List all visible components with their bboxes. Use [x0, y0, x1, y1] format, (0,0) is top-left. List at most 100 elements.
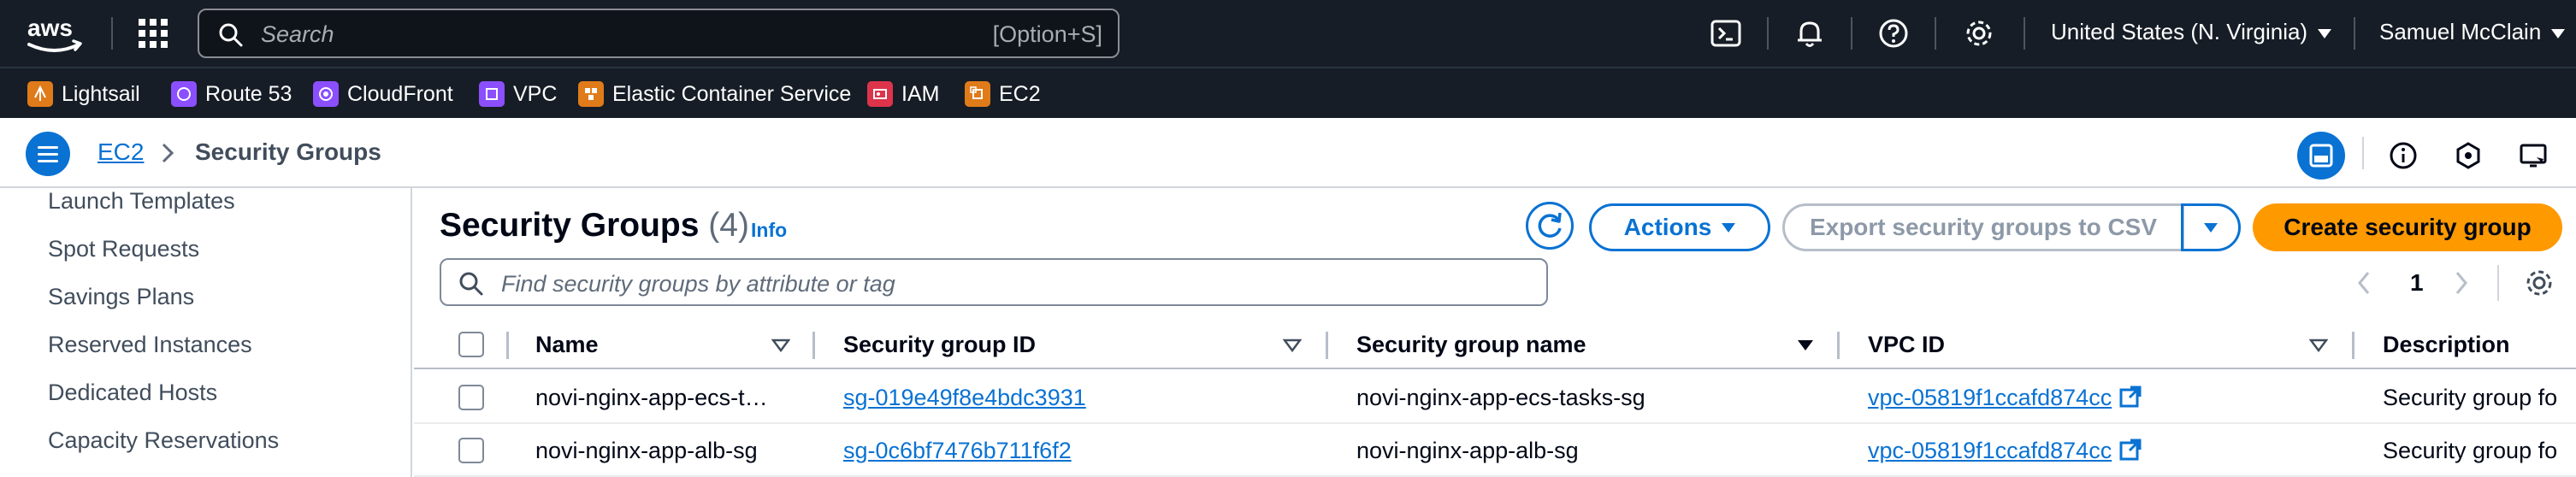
row-checkbox[interactable] — [458, 385, 484, 410]
cell-sg-id-link[interactable]: sg-019e49f8e4bdc3931 — [843, 385, 1086, 411]
account-menu[interactable]: Samuel McClain — [2379, 19, 2566, 45]
settings-icon[interactable] — [1962, 16, 1996, 50]
cell-name: novi-nginx-app-ecs-t… — [535, 385, 768, 410]
info-panel-icon[interactable] — [2379, 132, 2427, 180]
services-grid-icon[interactable] — [137, 17, 169, 50]
aws-logo-text: aws — [27, 15, 73, 41]
chevron-right-icon — [159, 142, 176, 164]
cell-vpc-id-link[interactable]: vpc-05819f1ccafd874cc — [1868, 438, 2112, 463]
table-row[interactable]: novi-nginx-app-alb-sg sg-0c6bf7476b711f6… — [414, 424, 2576, 477]
search-icon — [458, 271, 484, 297]
column-header-name[interactable]: Name — [535, 332, 599, 358]
favorite-iam[interactable]: IAM — [867, 80, 939, 108]
sidebar-item-dedicated-hosts[interactable]: Dedicated Hosts — [48, 380, 217, 406]
column-divider — [1837, 332, 1840, 359]
bell-icon[interactable] — [1793, 16, 1827, 50]
favorite-ec2[interactable]: EC2 — [965, 80, 1041, 108]
nav-divider — [111, 17, 113, 50]
chevron-right-icon — [2455, 272, 2467, 294]
cell-vpc: vpc-05819f1ccafd874cc — [1868, 385, 2142, 411]
favorites-bar: Lightsail Route 53 CloudFront VPC Elasti… — [0, 67, 2576, 118]
info-link[interactable]: Info — [751, 219, 787, 242]
external-link-icon[interactable] — [2118, 438, 2142, 462]
previous-page-button[interactable] — [2355, 270, 2372, 296]
tutorial-panel-icon[interactable] — [2509, 132, 2557, 180]
aws-logo[interactable]: aws — [24, 12, 86, 56]
favorite-label: Lightsail — [62, 81, 140, 106]
column-header-vpc-id[interactable]: VPC ID — [1868, 332, 1945, 358]
column-divider — [2352, 332, 2354, 359]
actions-label: Actions — [1623, 214, 1712, 240]
main-content: Security Groups (4) Info Actions Export … — [414, 188, 2576, 477]
region-label: United States (N. Virginia) — [2051, 19, 2308, 44]
filter-placeholder: Find security groups by attribute or tag — [501, 271, 895, 297]
sidebar-item-capacity-reservations[interactable]: Capacity Reservations — [48, 427, 279, 454]
favorite-label: EC2 — [999, 81, 1041, 106]
side-nav-toggle-button[interactable] — [26, 132, 70, 176]
iam-icon — [867, 81, 893, 107]
cell-sg-name: novi-nginx-app-ecs-tasks-sg — [1356, 385, 1645, 410]
search-input[interactable]: Search [Option+S] — [198, 9, 1120, 58]
cell-description: Security group fo — [2383, 385, 2558, 410]
favorite-route53[interactable]: Route 53 — [171, 80, 292, 108]
chevron-down-icon — [2551, 28, 2566, 38]
actions-dropdown-button[interactable]: Actions — [1589, 203, 1770, 251]
cell-vpc-id-link[interactable]: vpc-05819f1ccafd874cc — [1868, 385, 2112, 410]
table-preferences-gear-icon[interactable] — [2523, 267, 2555, 299]
cell-name: novi-nginx-app-alb-sg — [535, 438, 758, 463]
next-page-button[interactable] — [2453, 270, 2470, 296]
row-checkbox[interactable] — [458, 438, 484, 463]
security-hub-icon[interactable] — [2444, 132, 2492, 180]
help-icon[interactable] — [1876, 16, 1911, 50]
search-placeholder: Search — [261, 21, 334, 47]
breadcrumb-ec2-link[interactable]: EC2 — [97, 138, 144, 166]
create-security-group-button[interactable]: Create security group — [2253, 203, 2562, 251]
favorite-ecs[interactable]: Elastic Container Service — [578, 80, 851, 108]
sidebar-item-spot-requests[interactable]: Spot Requests — [48, 236, 199, 262]
favorite-vpc[interactable]: VPC — [479, 80, 557, 108]
export-csv-button[interactable]: Export security groups to CSV — [1782, 203, 2184, 251]
column-divider — [506, 332, 509, 359]
user-name: Samuel McClain — [2379, 19, 2542, 44]
column-divider — [812, 332, 815, 359]
filter-input[interactable]: Find security groups by attribute or tag — [440, 258, 1548, 306]
nav-divider — [2354, 17, 2355, 50]
table-row[interactable]: novi-nginx-app-ecs-t… sg-019e49f8e4bdc39… — [414, 371, 2576, 424]
page-title: Security Groups (4) — [440, 207, 749, 244]
sort-icon[interactable] — [2309, 339, 2328, 352]
sort-icon[interactable] — [1283, 339, 1302, 352]
favorite-cloudfront[interactable]: CloudFront — [313, 80, 453, 108]
column-header-sg-name[interactable]: Security group name — [1356, 332, 1586, 358]
ec2-icon — [965, 81, 990, 107]
sort-icon[interactable] — [771, 339, 790, 352]
split-panel-button[interactable] — [2297, 132, 2345, 180]
favorite-label: Route 53 — [205, 81, 292, 106]
column-header-description[interactable]: Description — [2383, 332, 2510, 358]
cell-sg-id-link[interactable]: sg-0c6bf7476b711f6f2 — [843, 438, 1072, 464]
region-selector[interactable]: United States (N. Virginia) — [2051, 19, 2332, 45]
column-divider — [1326, 332, 1328, 359]
select-all-checkbox[interactable] — [458, 332, 484, 357]
export-options-button[interactable] — [2181, 203, 2241, 251]
favorite-lightsail[interactable]: Lightsail — [27, 80, 140, 108]
favorite-label: VPC — [513, 81, 558, 106]
page-number[interactable]: 1 — [2410, 269, 2424, 297]
column-header-sg-id[interactable]: Security group ID — [843, 332, 1036, 358]
nav-divider — [1935, 17, 1936, 50]
vpc-icon — [479, 81, 505, 107]
cell-description: Security group fo — [2383, 438, 2558, 463]
caret-down-icon — [1722, 222, 1736, 233]
external-link-icon[interactable] — [2118, 385, 2142, 409]
sort-active-icon[interactable] — [1796, 339, 1815, 352]
favorite-label: CloudFront — [347, 81, 453, 106]
refresh-button[interactable] — [1526, 202, 1574, 250]
route53-icon — [171, 81, 197, 107]
sidebar-item-launch-templates[interactable]: Launch Templates — [48, 188, 235, 215]
caret-down-icon — [2204, 222, 2218, 233]
sidebar-item-reserved-instances[interactable]: Reserved Instances — [48, 332, 252, 358]
nav-divider — [2024, 17, 2025, 50]
cloudshell-icon[interactable] — [1709, 16, 1743, 50]
table-header: Name Security group ID Security group na… — [414, 320, 2576, 369]
sidebar-item-savings-plans[interactable]: Savings Plans — [48, 284, 194, 310]
search-shortcut: [Option+S] — [992, 21, 1102, 47]
